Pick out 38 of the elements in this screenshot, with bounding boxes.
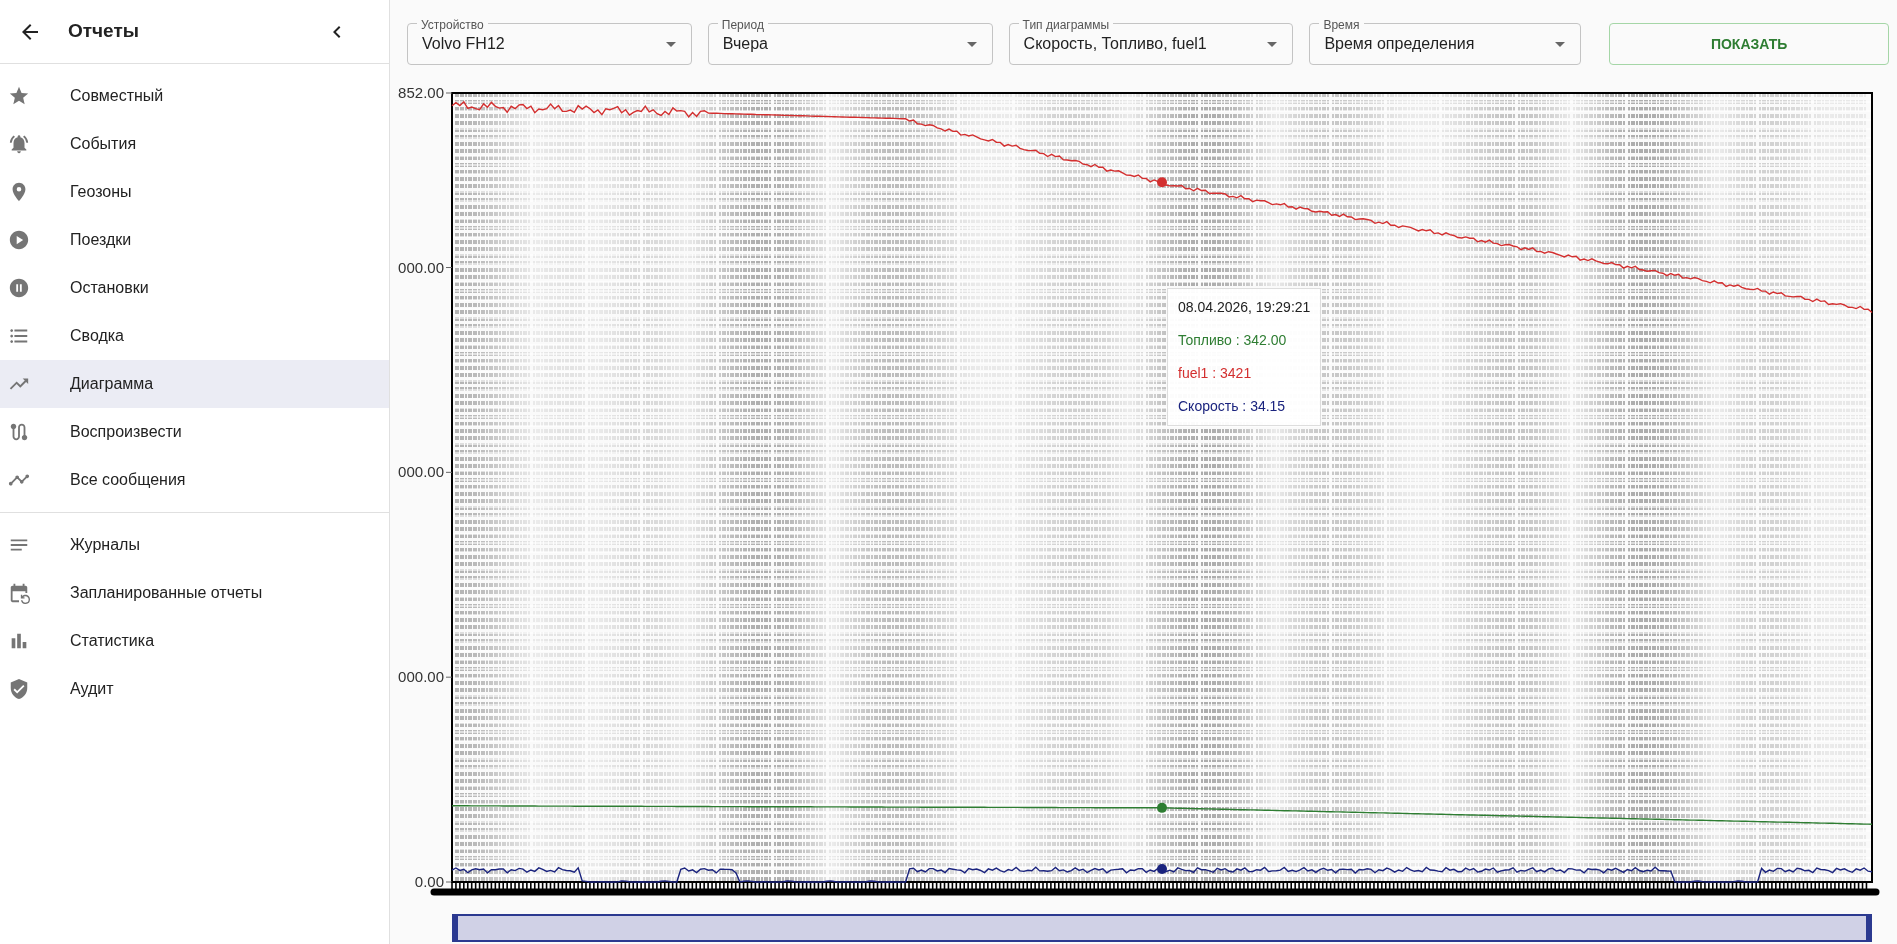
shield-check-icon — [8, 678, 30, 700]
y-tick-label: 0.00 — [414, 873, 444, 890]
sidebar-item[interactable]: Поездки — [0, 216, 389, 264]
sidebar-item[interactable]: Запланированные отчеты — [0, 569, 389, 617]
play-icon — [8, 229, 30, 251]
sidebar-item[interactable]: Совместный — [0, 72, 389, 120]
y-tick-label: 000.00 — [398, 258, 444, 276]
sidebar-item[interactable]: Сводка — [0, 312, 389, 360]
calendar-icon — [8, 582, 30, 604]
sidebar-item[interactable]: Статистика — [0, 617, 389, 665]
y-tick-label: 000.00 — [398, 668, 444, 686]
route-icon — [8, 421, 30, 443]
tooltip-row-text: Скорость : 34.15 — [1178, 397, 1287, 416]
dropdown-caret-icon — [966, 41, 977, 47]
sidebar-item[interactable]: Журналы — [0, 521, 389, 569]
sidebar-item[interactable]: Диаграмма — [0, 360, 389, 408]
y-tick-label: 852.00 — [398, 84, 444, 101]
slider-handle[interactable] — [454, 916, 458, 940]
bell-icon — [8, 133, 30, 155]
tooltip-title: 08.04.2026, 19:29:21 — [1178, 298, 1311, 317]
range-selection[interactable] — [452, 914, 1872, 942]
tooltip-row-text: Топливо : 342.00 — [1178, 331, 1288, 350]
y-tick-label: 000.00 — [398, 463, 444, 481]
dropdown-caret-icon — [1267, 41, 1278, 47]
sidebar-item[interactable]: Аудит — [0, 665, 389, 713]
pause-icon — [8, 277, 30, 299]
sidebar-item[interactable]: Все сообщения — [0, 456, 389, 504]
sidebar-item[interactable]: Геозоны — [0, 168, 389, 216]
dropdown-caret-icon — [665, 41, 676, 47]
sidebar-title: Отчеты — [68, 19, 139, 44]
show-button[interactable]: ПОКАЗАТЬ — [1609, 23, 1889, 65]
sidebar-item[interactable]: Воспроизвести — [0, 408, 389, 456]
slider-handle[interactable] — [1866, 916, 1870, 940]
dropdown-caret-icon — [1555, 41, 1566, 47]
star-icon — [8, 85, 30, 107]
sidebar-item[interactable]: Остановки — [0, 264, 389, 312]
sidebar-item[interactable]: События — [0, 120, 389, 168]
tooltip-row-text: fuel1 : 3421 — [1178, 364, 1253, 383]
